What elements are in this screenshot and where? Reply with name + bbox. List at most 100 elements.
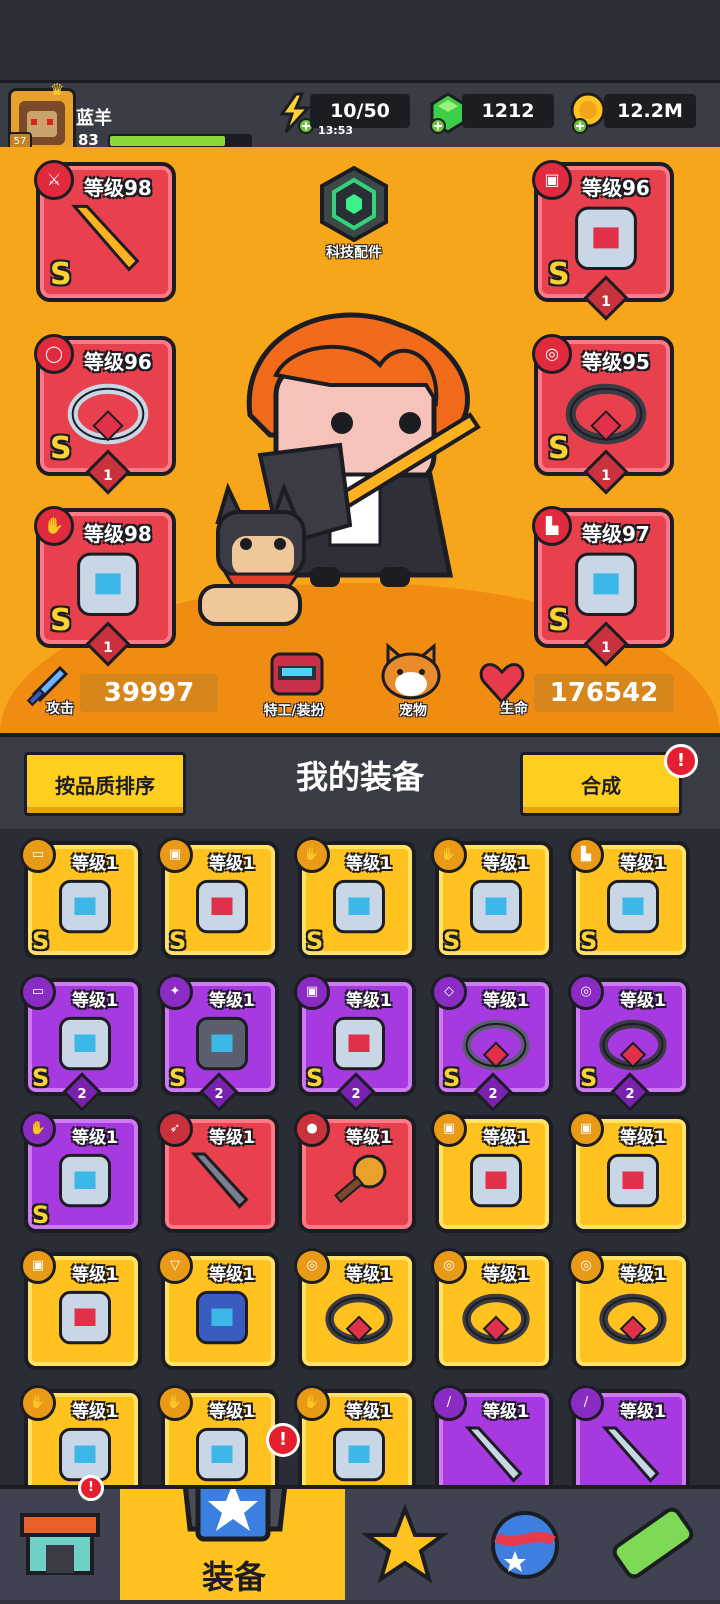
equipment-item[interactable]: ▙ 等级1 S — [568, 837, 690, 959]
slot-rank: S — [50, 603, 72, 638]
equipment-item[interactable]: ✋ 等级1 S — [294, 837, 416, 959]
star-count: 1 — [103, 468, 113, 484]
glove-icon — [77, 552, 139, 617]
equipment-item[interactable]: ◎ 等级1 — [431, 1248, 553, 1370]
belt-icon — [599, 1293, 667, 1345]
item-level: 等级1 — [620, 1128, 666, 1148]
merge-alert-badge: ! — [664, 744, 698, 778]
gold-coin-icon[interactable] — [568, 92, 606, 134]
equipment-item[interactable]: ▣ 等级1 — [431, 1111, 553, 1233]
armor-icon — [575, 206, 637, 271]
green-gem-icon[interactable] — [428, 92, 466, 134]
item-type-icon: ▣ — [431, 1111, 467, 1147]
equipment-item[interactable]: ✋ 等级1 S — [431, 837, 553, 959]
item-type-icon: ▣ — [294, 974, 330, 1010]
nav-shop[interactable]: ! — [0, 1475, 123, 1600]
armor-icon — [607, 1153, 659, 1208]
sort-by-quality-button[interactable]: 按品质排序 — [24, 752, 186, 816]
equipment-item[interactable]: ▣ 等级1 — [568, 1111, 690, 1233]
tech-parts-icon[interactable] — [316, 165, 392, 243]
item-type-icon: / — [568, 1385, 604, 1421]
item-rank: S — [443, 1064, 461, 1092]
item-rank: S — [306, 927, 324, 955]
glove-icon — [196, 1427, 248, 1482]
equipment-item[interactable]: ➶ 等级1 — [157, 1111, 279, 1233]
equipped-slot-ring[interactable]: ◯ 等级96 S 1 — [34, 334, 176, 495]
equipment-item[interactable]: ▣ 等级1 S — [157, 837, 279, 959]
equipment-item[interactable]: ◇ 等级1 S 2 — [431, 974, 553, 1112]
gem-count: 2 — [214, 1087, 224, 1102]
belt-icon — [599, 1019, 667, 1071]
item-level: 等级1 — [72, 1402, 118, 1422]
item-level: 等级1 — [620, 1402, 666, 1422]
equipment-item[interactable]: ✋ 等级1 — [294, 1385, 416, 1485]
item-level: 等级1 — [346, 1128, 392, 1148]
player-name: 蓝羊 — [76, 108, 112, 129]
equipped-slot-boot[interactable]: ▙ 等级97 S 1 — [532, 506, 674, 667]
gun-icon — [59, 1016, 111, 1071]
equipment-item[interactable]: ▣ 等级1 — [20, 1248, 142, 1370]
equipment-alert-badge: ! — [266, 1423, 300, 1457]
item-level: 等级1 — [346, 1265, 392, 1285]
shuriken-icon — [196, 1016, 248, 1071]
weapon-type-icon: ⚔ — [34, 160, 74, 200]
lightning-icon[interactable] — [276, 92, 314, 134]
equipped-slot-armor[interactable]: ▣ 等级96 S 1 — [532, 160, 674, 321]
battle-star-icon — [360, 1503, 450, 1584]
equipment-item[interactable]: ✋ 等级1 S — [20, 1111, 142, 1233]
amulet-icon — [196, 1290, 248, 1345]
item-level: 等级1 — [209, 1128, 255, 1148]
tech-parts-label: 科技配件 — [326, 245, 382, 261]
shop-alert-badge: ! — [78, 1475, 104, 1501]
microphone-icon — [334, 1154, 387, 1204]
item-type-icon: ▣ — [157, 837, 193, 873]
pet-shiba-icon[interactable] — [378, 642, 444, 702]
item-type-icon: ✋ — [20, 1385, 56, 1421]
item-type-icon: ▭ — [20, 974, 56, 1010]
item-type-icon: ➶ — [157, 1111, 193, 1147]
equipment-item[interactable]: ▽ 等级1 — [157, 1248, 279, 1370]
my-equipment-title: 我的装备 — [295, 758, 424, 796]
coins-value: 12.2M — [604, 94, 696, 128]
equipment-item[interactable]: ▭ 等级1 S — [20, 837, 142, 959]
slot-rank: S — [548, 603, 570, 638]
item-level: 等级1 — [620, 991, 666, 1011]
pet-label[interactable]: 宠物 — [380, 700, 446, 720]
equipment-item[interactable]: ◎ 等级1 S 2 — [568, 974, 690, 1112]
nav-lab[interactable] — [585, 1489, 720, 1600]
item-type-icon: ▙ — [568, 837, 604, 873]
equipment-item[interactable]: ◎ 等级1 — [294, 1248, 416, 1370]
equipment-item[interactable]: ▣ 等级1 S 2 — [294, 974, 416, 1112]
equipment-item[interactable]: / 等级1 — [431, 1385, 553, 1485]
item-rank: S — [32, 927, 50, 955]
slot-rank: S — [548, 257, 570, 292]
shop-icon — [20, 1513, 100, 1575]
agent-costume-label[interactable]: 特工/装扮 — [246, 700, 342, 720]
equipped-slot-weapon[interactable]: ⚔ 等级98 S — [34, 160, 176, 302]
equipment-item[interactable]: ✋ 等级1 — [20, 1385, 142, 1485]
crown-icon: ♛ — [50, 80, 65, 99]
agent-costume-icon[interactable] — [262, 650, 332, 700]
nav-battle[interactable] — [345, 1489, 468, 1600]
equipment-item[interactable]: ◎ 等级1 — [568, 1248, 690, 1370]
item-type-icon: ✋ — [294, 837, 330, 873]
equipped-slot-belt[interactable]: ◎ 等级95 S 1 — [532, 334, 674, 495]
item-type-icon: ✋ — [157, 1385, 193, 1421]
attack-value: 39997 — [80, 674, 218, 712]
equipment-item[interactable]: ✦ 等级1 S 2 — [157, 974, 279, 1112]
equipment-item[interactable]: ▭ 等级1 S 2 — [20, 974, 142, 1112]
equipment-item[interactable]: ● 等级1 — [294, 1111, 416, 1233]
merge-button[interactable]: 合成 — [520, 752, 682, 816]
slot-level: 等级95 — [582, 350, 650, 374]
equipment-item[interactable]: ✋ 等级1 — [157, 1385, 279, 1485]
item-type-icon: ▽ — [157, 1248, 193, 1284]
armor-icon — [333, 1016, 385, 1071]
item-level: 等级1 — [346, 1402, 392, 1422]
item-level: 等级1 — [483, 1128, 529, 1148]
item-type-icon: ✋ — [20, 1111, 56, 1147]
glove-icon — [333, 1427, 385, 1482]
nav-planet[interactable] — [465, 1489, 588, 1600]
pet-dog[interactable] — [188, 482, 318, 632]
equipped-slot-glove[interactable]: ✋ 等级98 S 1 — [34, 506, 176, 667]
equipment-item[interactable]: / 等级1 — [568, 1385, 690, 1485]
